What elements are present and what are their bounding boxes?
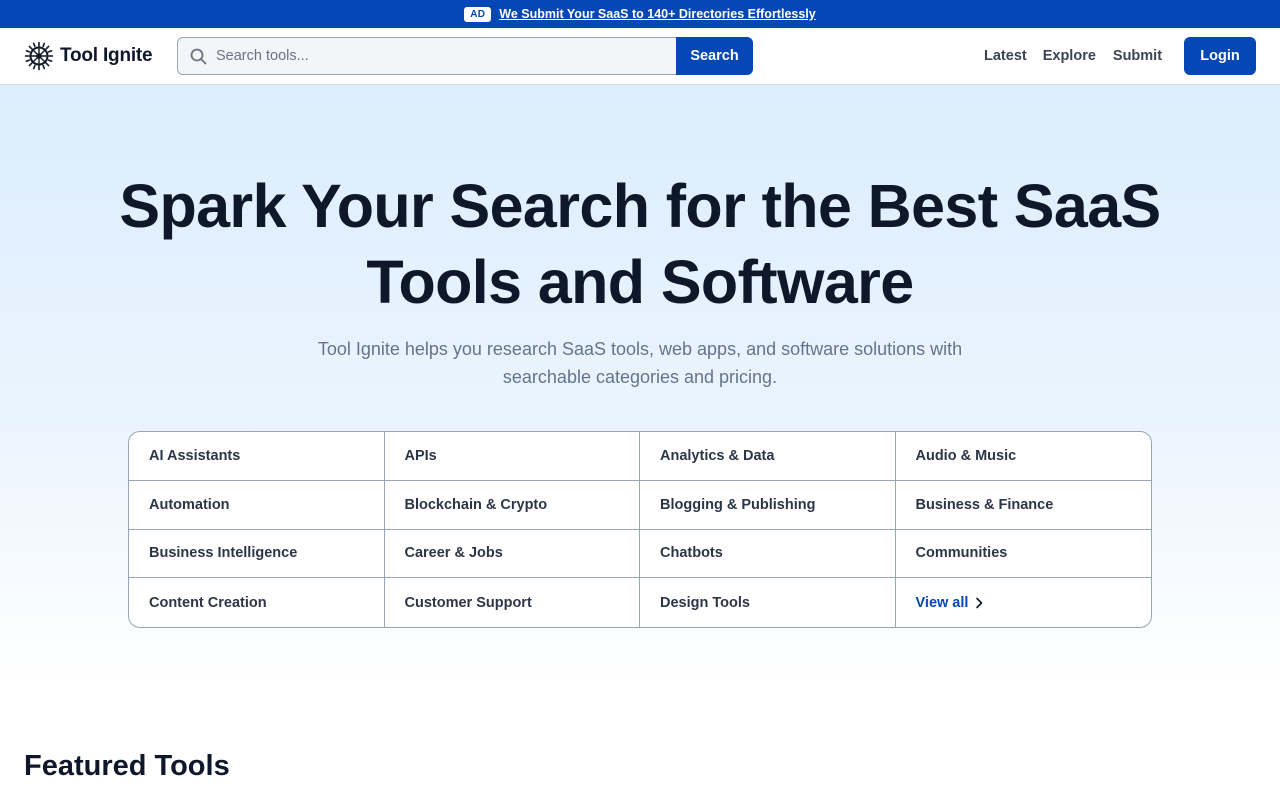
category-item[interactable]: Communities	[895, 530, 1151, 579]
main-nav: Latest Explore Submit	[984, 48, 1162, 64]
search-field	[177, 37, 676, 75]
ad-badge: AD	[464, 6, 492, 22]
chevron-right-icon	[976, 597, 983, 608]
nav-submit[interactable]: Submit	[1113, 48, 1162, 64]
logo[interactable]: Tool Ignite	[24, 40, 153, 72]
category-item[interactable]: Blockchain & Crypto	[384, 480, 640, 530]
featured-tools-heading: Featured Tools	[24, 750, 230, 782]
sun-burst-icon	[24, 41, 54, 71]
logo-text: Tool Ignite	[60, 45, 153, 66]
category-item[interactable]: Business Intelligence	[129, 529, 385, 579]
category-item[interactable]: Business & Finance	[895, 481, 1151, 530]
ad-banner: AD We Submit Your SaaS to 140+ Directori…	[0, 0, 1280, 28]
hero-section: Spark Your Search for the Best SaaS Tool…	[0, 85, 1280, 685]
category-item[interactable]: Content Creation	[129, 578, 385, 627]
category-item[interactable]: Design Tools	[640, 578, 896, 627]
category-item[interactable]: AI Assistants	[129, 432, 385, 481]
ad-link[interactable]: We Submit Your SaaS to 140+ Directories …	[499, 7, 815, 21]
nav-explore[interactable]: Explore	[1043, 48, 1096, 64]
hero-subtitle: Tool Ignite helps you research SaaS tool…	[317, 339, 963, 387]
search-button[interactable]: Search	[676, 37, 753, 75]
category-item[interactable]: Audio & Music	[895, 432, 1151, 481]
category-grid: AI Assistants APIs Analytics & Data Audi…	[128, 431, 1152, 628]
search-input[interactable]	[216, 38, 676, 74]
category-item[interactable]: Blogging & Publishing	[640, 480, 896, 530]
category-item[interactable]: Analytics & Data	[640, 432, 896, 481]
category-item[interactable]: Automation	[129, 480, 385, 530]
view-all-label: View all	[915, 594, 969, 611]
category-item[interactable]: Career & Jobs	[384, 529, 640, 579]
search-bar: Search	[177, 37, 753, 75]
hero-title: Spark Your Search for the Best SaaS Tool…	[119, 172, 1161, 316]
nav-latest[interactable]: Latest	[984, 48, 1027, 64]
site-header: Tool Ignite Search Latest Explore Submit…	[0, 28, 1280, 85]
search-icon	[190, 48, 207, 64]
category-item[interactable]: Customer Support	[385, 578, 640, 627]
login-button[interactable]: Login	[1184, 37, 1256, 75]
category-item[interactable]: Chatbots	[640, 529, 896, 579]
category-item[interactable]: APIs	[384, 432, 640, 481]
view-all-link[interactable]: View all	[896, 578, 1152, 627]
